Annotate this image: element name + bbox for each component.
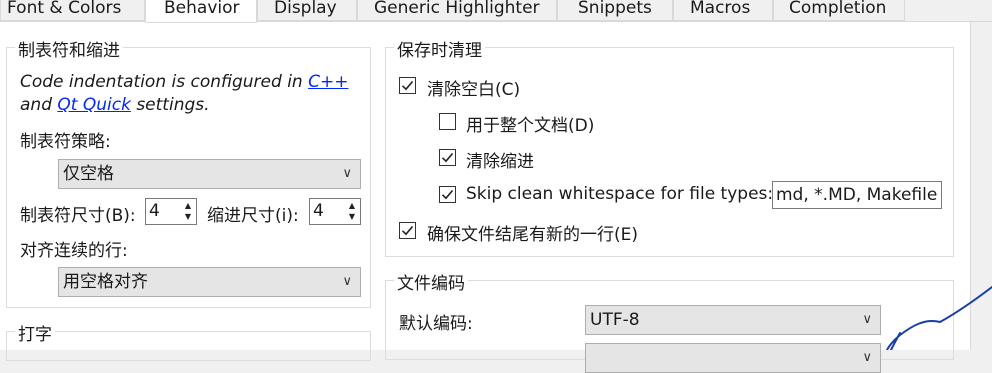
tab-label: Behavior xyxy=(164,0,240,18)
tab-behavior[interactable]: Behavior xyxy=(145,0,257,23)
pen-annotation-mark xyxy=(886,286,992,350)
